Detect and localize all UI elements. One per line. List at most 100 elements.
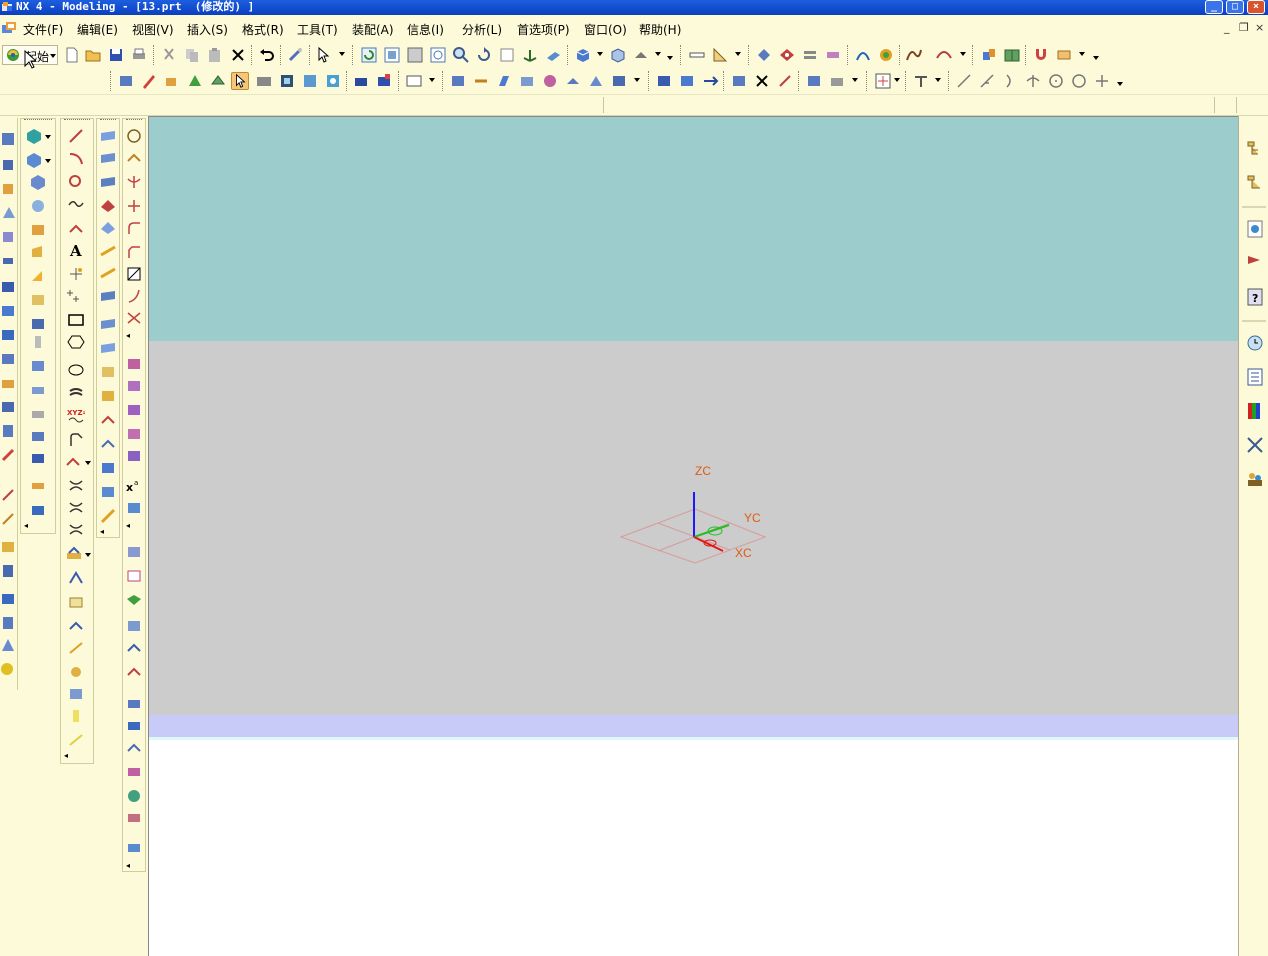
trimmed-sheet-icon[interactable] <box>99 387 117 405</box>
part-navigator-icon[interactable] <box>1244 172 1266 194</box>
toolbar-grip[interactable] <box>24 119 52 122</box>
refresh-icon[interactable] <box>360 46 378 64</box>
toolbar-grip[interactable] <box>100 119 116 122</box>
smooth-edit-icon[interactable] <box>125 309 143 327</box>
chamfer-edit-icon[interactable] <box>125 243 143 261</box>
chevron-down-icon[interactable] <box>85 553 91 557</box>
wireframe-view-icon[interactable] <box>609 46 627 64</box>
ruled-surface-icon[interactable] <box>99 197 117 215</box>
fit-view-icon[interactable] <box>383 46 401 64</box>
boss-icon[interactable] <box>278 72 296 90</box>
divide-edit-icon[interactable] <box>125 197 143 215</box>
save-icon[interactable] <box>107 46 125 64</box>
fillet-edit-icon[interactable] <box>125 219 143 237</box>
chevron-down-icon[interactable] <box>45 159 51 163</box>
enlarge-icon[interactable] <box>125 617 143 635</box>
scale-body-icon[interactable] <box>518 72 536 90</box>
split-body-icon[interactable] <box>472 72 490 90</box>
new-file-icon[interactable] <box>63 46 81 64</box>
tube-body-icon[interactable] <box>29 221 47 239</box>
maximize-button[interactable]: □ <box>1226 0 1244 14</box>
toolbar-grip[interactable] <box>126 119 142 122</box>
edge-symmetric-icon[interactable] <box>125 425 143 443</box>
intersect-curve-icon[interactable] <box>67 499 85 517</box>
bridge-curve-icon[interactable] <box>65 453 83 471</box>
law-curve-icon[interactable]: XYZ= <box>67 407 85 425</box>
cone-primitive-icon[interactable] <box>0 636 18 654</box>
menu-view[interactable]: 视图(V) <box>132 21 174 38</box>
toolbar-grip[interactable] <box>64 119 90 122</box>
slot-body-icon[interactable] <box>29 315 47 333</box>
menu-tools[interactable]: 工具(T) <box>297 21 338 38</box>
feature-parameters-icon[interactable] <box>678 72 696 90</box>
edit-feature-icon[interactable] <box>655 72 673 90</box>
scale-icon[interactable] <box>29 501 47 519</box>
wcs-triad[interactable]: ZC YC XC <box>609 457 779 577</box>
mirror-icon[interactable] <box>564 72 582 90</box>
chevron-down-icon[interactable] <box>852 78 858 82</box>
edge-blend-icon[interactable] <box>29 381 47 399</box>
patch-icon[interactable] <box>99 435 117 453</box>
extension-surface-icon[interactable] <box>99 243 117 261</box>
print-icon[interactable] <box>130 46 148 64</box>
chevron-down-icon[interactable] <box>45 135 51 139</box>
sketch-icon[interactable] <box>140 72 158 90</box>
web-browser-icon[interactable] <box>1244 218 1266 240</box>
undo-icon[interactable] <box>257 46 275 64</box>
chevron-down-icon[interactable] <box>655 52 661 56</box>
menu-file[interactable]: 文件(F) <box>23 21 63 38</box>
chevron-down-icon[interactable] <box>1079 52 1085 56</box>
point-set-icon[interactable] <box>67 219 85 237</box>
view-triad-icon[interactable] <box>632 46 650 64</box>
unsuppress-feature-icon[interactable] <box>753 72 771 90</box>
blend-icon[interactable] <box>352 72 370 90</box>
sheet-boundary-icon[interactable] <box>125 543 143 561</box>
menu-preferences[interactable]: 首选项(P) <box>517 21 570 38</box>
face-analysis-icon[interactable] <box>877 46 895 64</box>
paste-icon[interactable] <box>206 46 224 64</box>
join-curve-icon[interactable] <box>67 639 85 657</box>
change-degree-icon[interactable] <box>125 447 143 465</box>
point-icon[interactable] <box>67 265 85 283</box>
project-curve-icon[interactable] <box>67 477 85 495</box>
measure-distance-icon[interactable] <box>688 46 706 64</box>
stretch-edit-icon[interactable] <box>125 287 143 305</box>
menu-analysis[interactable]: 分析(L) <box>462 21 502 38</box>
chevron-down-icon[interactable] <box>634 78 640 82</box>
selection-filter-icon[interactable] <box>315 46 333 64</box>
offset-curve-icon[interactable] <box>67 431 85 449</box>
arc-tool-icon[interactable] <box>1001 72 1019 90</box>
bridge-surface-icon[interactable] <box>125 739 143 757</box>
toolbar-more-arrow[interactable]: ◂ <box>24 521 28 530</box>
blend-surface-icon[interactable] <box>125 717 143 735</box>
expression-icon[interactable] <box>805 72 823 90</box>
snap-point-grid-icon[interactable] <box>874 72 892 90</box>
clock-history-icon[interactable] <box>1244 332 1266 354</box>
menu-insert[interactable]: 插入(S) <box>187 21 228 38</box>
draft-icon[interactable] <box>587 72 605 90</box>
measure-angle-icon[interactable] <box>711 46 729 64</box>
pocket-body-icon[interactable] <box>29 267 47 285</box>
studio-surface-icon[interactable] <box>125 839 143 857</box>
arc-icon[interactable] <box>67 149 85 167</box>
pad-icon[interactable] <box>324 72 342 90</box>
chevron-down-icon[interactable] <box>85 461 91 465</box>
analysis-curve-icon[interactable] <box>854 46 872 64</box>
dart-icon[interactable] <box>29 357 47 375</box>
revolve-icon[interactable] <box>186 72 204 90</box>
assembly-navigator-icon[interactable] <box>1244 138 1266 160</box>
chevron-down-icon[interactable] <box>894 78 900 82</box>
toolbar-more-arrow[interactable]: ◂ <box>126 521 130 530</box>
law-extension-icon[interactable] <box>99 265 117 283</box>
intersect-tool-icon[interactable] <box>1024 72 1042 90</box>
quilt-surface-icon[interactable] <box>99 315 117 333</box>
pocket-icon[interactable] <box>301 72 319 90</box>
history-icon[interactable] <box>1244 252 1266 274</box>
solid-body-icon[interactable] <box>25 127 43 145</box>
chevron-down-icon[interactable] <box>339 52 345 56</box>
pad-body-icon[interactable] <box>29 291 47 309</box>
thicken-icon[interactable] <box>824 46 842 64</box>
x-power-icon[interactable]: xa <box>125 477 143 495</box>
length-edit-icon[interactable] <box>125 265 143 283</box>
doc-minimize-button[interactable]: _ <box>1224 21 1230 34</box>
